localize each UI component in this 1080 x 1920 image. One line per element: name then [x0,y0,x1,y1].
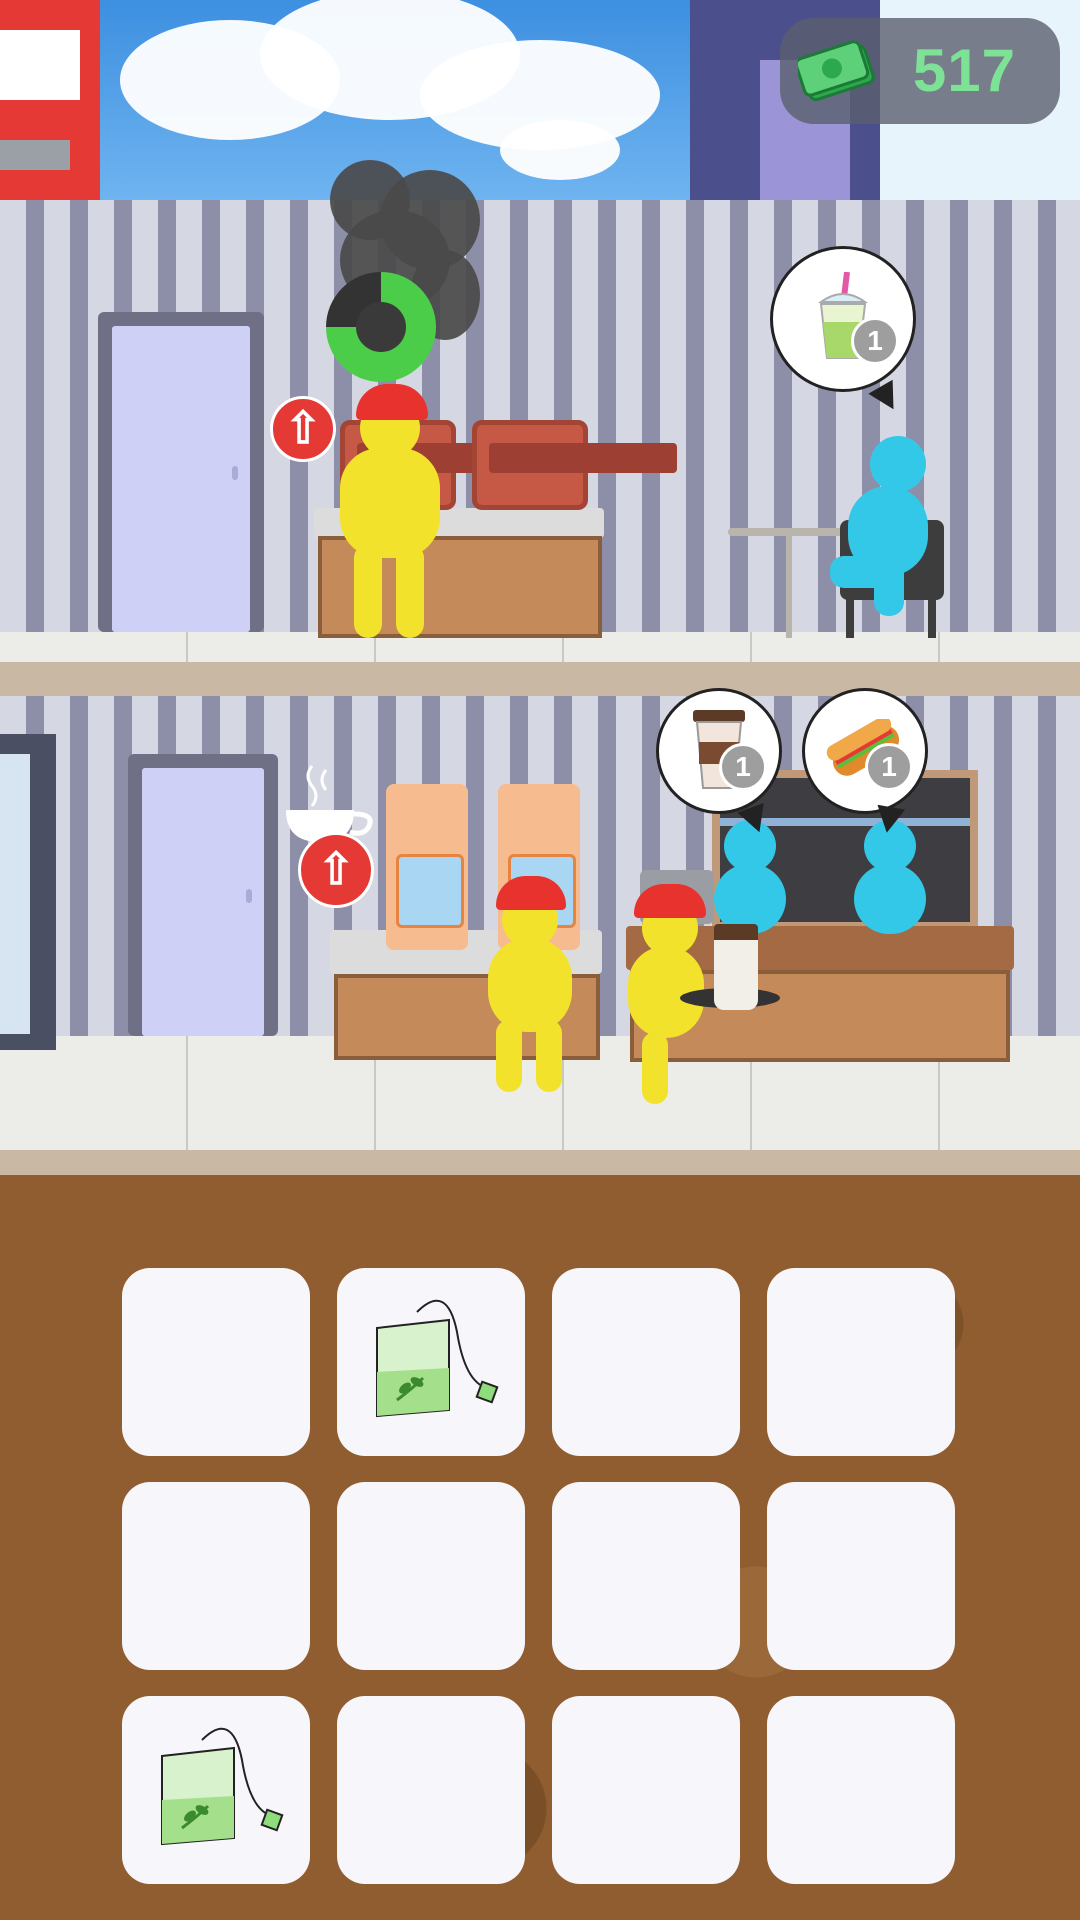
order-quantity: 1 [719,743,767,791]
money-value: 517 [912,37,1016,104]
cash-icon [794,36,876,111]
inventory-slot[interactable] [337,1268,525,1456]
tea-bag-icon [376,1299,499,1418]
inventory-slot[interactable] [767,1268,955,1456]
money-counter: 517 [780,18,1060,124]
customer [830,436,940,616]
tea-bag-icon [161,1727,284,1846]
red-building [0,0,100,200]
arrow-up-icon: ⇧ [317,845,355,894]
fridge [0,734,56,1050]
toaster[interactable] [472,420,677,510]
worker [620,884,780,1108]
worker [330,384,450,644]
customer [850,820,930,934]
lower-floor-slab [0,1150,1080,1178]
order-quantity: 1 [865,743,913,791]
order-bubble: 1 [770,246,916,417]
inventory-slot[interactable] [337,1696,525,1884]
coffee-machine[interactable] [386,784,468,950]
inventory-slot[interactable] [122,1268,310,1456]
order-quantity: 1 [851,317,899,365]
inventory-slot[interactable] [767,1482,955,1670]
inventory-slot[interactable] [767,1696,955,1884]
upper-floor-slab [0,662,1080,696]
upper-door [98,312,264,632]
station-progress-ring [326,272,436,382]
inventory-slot[interactable] [552,1268,740,1456]
upgrade-coffee-button[interactable]: ⇧ [298,832,374,908]
order-bubble: 1 [802,688,928,836]
inventory-slot[interactable] [337,1482,525,1670]
upgrade-toaster-button[interactable]: ⇧ [270,396,336,462]
lower-door [128,754,278,1036]
arrow-up-icon: ⇧ [284,404,322,453]
worker [480,876,580,1096]
inventory-slot[interactable] [552,1482,740,1670]
inventory-slot[interactable] [122,1696,310,1884]
inventory-slot[interactable] [122,1482,310,1670]
order-bubble: 1 [656,688,782,838]
inventory-slot[interactable] [552,1696,740,1884]
